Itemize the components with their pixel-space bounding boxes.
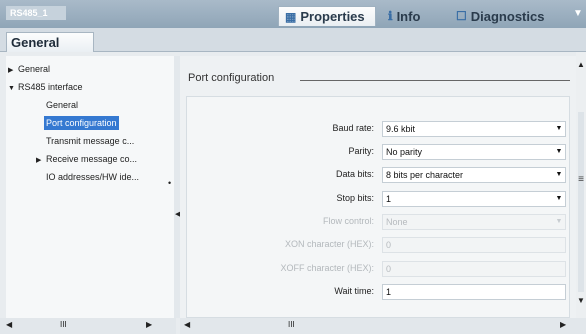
window-title: RS485_1 xyxy=(6,6,66,20)
properties-content: Port configuration Baud rate: 9.6 kbit ▼… xyxy=(180,56,576,318)
scroll-down-icon[interactable]: ▼ xyxy=(576,296,586,305)
wait-time-field[interactable]: 1 xyxy=(382,284,566,300)
field-row-stop-bits: Stop bits: 1 ▼ xyxy=(180,191,576,207)
data-bits-label: Data bits: xyxy=(335,169,374,179)
tab-properties[interactable]: ▦ Properties xyxy=(278,6,376,26)
chevron-down-icon: ▼ xyxy=(555,218,563,225)
navigation-tree: ▶ General ▼ RS485 interface General Port c… xyxy=(6,56,174,318)
parity-dropdown[interactable]: No parity ▼ xyxy=(382,144,566,160)
data-bits-dropdown[interactable]: 8 bits per character ▼ xyxy=(382,167,566,183)
xoff-character-label: XOFF character (HEX): xyxy=(280,263,374,273)
chevron-down-icon[interactable]: ▼ xyxy=(553,122,565,136)
nav-item-port-configuration[interactable]: Port configuration xyxy=(44,116,119,130)
collapse-arrow-icon[interactable]: ▼ xyxy=(572,8,584,22)
scrollbar-grip[interactable]: III xyxy=(288,320,295,329)
chevron-down-icon[interactable]: ▼ xyxy=(553,168,565,182)
nav-item-receive-message[interactable]: ▶ Receive message co... xyxy=(36,152,174,166)
xon-character-field: 0 xyxy=(382,237,566,253)
wait-time-label: Wait time: xyxy=(334,286,374,296)
field-row-xon-character: XON character (HEX): 0 xyxy=(180,237,576,253)
field-row-flow-control: Flow control: None ▼ xyxy=(180,214,576,230)
diagnostics-icon: ☐ xyxy=(456,9,467,23)
vertical-scrollbar[interactable]: ▲ ▼ xyxy=(576,52,586,318)
nav-horizontal-scrollbar[interactable]: ◀ III ▶ xyxy=(0,318,176,334)
nav-item-io-addresses[interactable]: IO addresses/HW ide... xyxy=(46,170,174,184)
field-row-baud-rate: Baud rate: 9.6 kbit ▼ xyxy=(180,121,576,137)
tab-info[interactable]: ℹ Info xyxy=(382,6,444,26)
group-title: Port configuration xyxy=(188,72,275,84)
stop-bits-label: Stop bits: xyxy=(336,193,374,203)
field-row-parity: Parity: No parity ▼ xyxy=(180,144,576,160)
group-divider xyxy=(300,80,570,81)
nav-item-interface-general[interactable]: General xyxy=(46,98,78,112)
scroll-left-icon[interactable]: ◀ xyxy=(184,320,190,329)
baud-rate-label: Baud rate: xyxy=(332,123,374,133)
nav-item-rs485-interface[interactable]: ▼ RS485 interface xyxy=(8,80,83,94)
section-tab-bar: General xyxy=(0,28,586,52)
parity-label: Parity: xyxy=(348,146,374,156)
field-row-data-bits: Data bits: 8 bits per character ▼ xyxy=(180,167,576,183)
field-row-xoff-character: XOFF character (HEX): 0 xyxy=(180,261,576,277)
content-horizontal-scrollbar[interactable]: ◀ III ▶ xyxy=(180,318,586,334)
scroll-right-icon[interactable]: ▶ xyxy=(560,320,566,329)
chevron-down-icon[interactable]: ▼ xyxy=(553,192,565,206)
ruler-icon: ≡ xyxy=(578,174,584,185)
tab-diagnostics[interactable]: ☐ Diagnostics xyxy=(450,6,568,26)
info-icon: ℹ xyxy=(388,9,393,23)
baud-rate-dropdown[interactable]: 9.6 kbit ▼ xyxy=(382,121,566,137)
inspector-header: RS485_1 ▦ Properties ℹ Info ☐ Diagnostic… xyxy=(0,0,586,28)
chevron-down-icon[interactable]: ▼ xyxy=(553,145,565,159)
tab-general[interactable]: General xyxy=(6,32,94,52)
xon-character-label: XON character (HEX): xyxy=(284,239,374,249)
scroll-right-icon[interactable]: ▶ xyxy=(146,320,152,329)
collapse-arrow-icon[interactable]: ▼ xyxy=(8,82,18,94)
flow-control-label: Flow control: xyxy=(322,216,374,226)
expand-arrow-icon[interactable]: ▶ xyxy=(8,64,18,76)
nav-item-general[interactable]: ▶ General xyxy=(8,62,50,76)
flow-control-dropdown: None ▼ xyxy=(382,214,566,230)
scroll-up-icon[interactable]: ▲ xyxy=(576,60,586,69)
properties-icon: ▦ xyxy=(285,9,297,24)
tab-info-label: Info xyxy=(396,8,421,24)
tab-diagnostics-label: Diagnostics xyxy=(470,8,545,24)
scrollbar-thumb[interactable] xyxy=(578,112,584,292)
splitter-handle-icon[interactable]: • xyxy=(168,178,171,188)
expand-arrow-icon[interactable]: ▶ xyxy=(36,154,46,166)
nav-item-transmit-message[interactable]: Transmit message c... xyxy=(46,134,174,148)
scroll-left-icon[interactable]: ◀ xyxy=(6,320,12,329)
tab-properties-label: Properties xyxy=(300,9,365,24)
xoff-character-field: 0 xyxy=(382,261,566,277)
field-row-wait-time: Wait time: 1 xyxy=(180,284,576,300)
scrollbar-grip[interactable]: III xyxy=(60,320,67,329)
stop-bits-dropdown[interactable]: 1 ▼ xyxy=(382,191,566,207)
